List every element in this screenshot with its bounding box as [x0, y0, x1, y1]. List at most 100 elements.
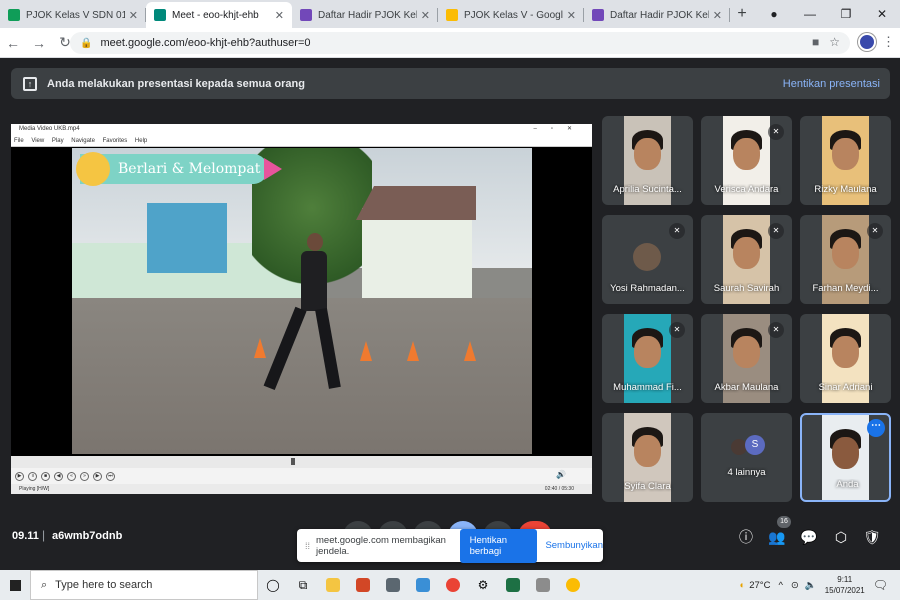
bookmark-star-icon[interactable]: ☆ — [829, 35, 840, 49]
participant-tile[interactable]: ✕ Saurah Savirah — [701, 215, 792, 304]
lock-icon[interactable]: 🔒 — [80, 38, 92, 49]
stop-sharing-button[interactable]: Hentikan berbagi — [459, 528, 538, 563]
stop-icon[interactable]: ■ — [41, 471, 50, 481]
arrow-decoration — [264, 158, 282, 180]
browser-tab[interactable]: Daftar Hadir PJOK Kelas V - G ✕ — [584, 2, 730, 28]
chrome-profile-icon[interactable] — [438, 570, 468, 600]
maximize-icon[interactable]: ❐ — [828, 7, 864, 21]
tray-volume-icon[interactable]: 🔈 — [805, 580, 817, 591]
mic-off-icon: ✕ — [768, 322, 784, 338]
browser-tab-strip: PJOK Kelas V SDN 013 Bukit K✕Meet - eoo-… — [0, 0, 900, 28]
participant-tile[interactable]: Aprilia Sucinta... — [602, 116, 693, 205]
hide-button[interactable]: Sembunyikan — [545, 540, 603, 551]
participant-tile[interactable]: ✕ Farhan Meydi... — [800, 215, 891, 304]
close-tab-icon[interactable]: ✕ — [567, 9, 576, 22]
presenting-banner: ↑ Anda melakukan presentasi kepada semua… — [11, 68, 890, 99]
profile-dropdown-icon[interactable]: ● — [756, 7, 792, 21]
self-tile[interactable]: ⋯ Anda — [800, 413, 891, 502]
back-icon[interactable]: ← — [0, 35, 26, 51]
url-bar[interactable]: 🔒 meet.google.com/eoo-khjt-ehb?authuser=… — [70, 32, 850, 54]
profile-avatar[interactable] — [858, 33, 876, 51]
participant-tile[interactable]: Sinar Adriani — [800, 314, 891, 403]
close-tab-icon[interactable]: ✕ — [713, 9, 722, 22]
stop-presenting-link[interactable]: Hentikan presentasi — [783, 78, 880, 90]
windows-start-icon[interactable] — [0, 570, 30, 600]
participant-name: Saurah Savirah — [713, 283, 780, 294]
browser-tab[interactable]: PJOK Kelas V SDN 013 Bukit K ✕ — [0, 2, 146, 28]
rewind-icon[interactable]: « — [67, 471, 76, 481]
file-explorer-icon[interactable] — [318, 570, 348, 600]
meeting-code: a6wmb7odnb — [52, 530, 123, 542]
browser-tab[interactable]: Daftar Hadir PJOK Kelas V ✕ — [292, 2, 438, 28]
browser-tab[interactable]: PJOK Kelas V - Google Drive ✕ — [438, 2, 584, 28]
drag-handle-icon[interactable]: ⁞⁞ — [305, 541, 310, 551]
weather-text[interactable]: 27°C — [749, 580, 770, 591]
video-blue-building — [147, 203, 227, 273]
volume-icon[interactable]: 🔊 — [556, 471, 566, 480]
settings-icon[interactable]: ⚙ — [468, 570, 498, 600]
close-window-icon[interactable]: ✕ — [864, 7, 900, 21]
sharing-notification: ⁞⁞ meet.google.com membagikan jendela. H… — [297, 528, 603, 563]
camera-icon[interactable]: ■ — [812, 35, 819, 49]
new-tab-button[interactable]: + — [730, 2, 754, 28]
browser-menu-icon[interactable]: ⋮ — [882, 34, 895, 50]
participant-tile[interactable]: ✕ Yosi Rahmadan... — [602, 215, 693, 304]
video-roof — [356, 186, 476, 220]
taskbar-search[interactable]: ⌕ Type here to search — [30, 570, 258, 600]
participant-tile[interactable]: Syifa Clara — [602, 413, 693, 502]
powerpoint-icon[interactable] — [348, 570, 378, 600]
participant-tile[interactable]: ✕ Verisca Andara — [701, 116, 792, 205]
minimize-icon[interactable]: — — [792, 7, 828, 21]
running-man — [263, 233, 341, 408]
tab-favicon-icon — [446, 9, 458, 21]
clock[interactable]: 9:11 15/07/2021 — [825, 574, 865, 596]
search-icon: ⌕ — [41, 578, 48, 591]
tile-options-icon[interactable]: ⋯ — [867, 419, 885, 437]
chrome-icon[interactable] — [558, 570, 588, 600]
media-player-taskbar-icon[interactable] — [528, 570, 558, 600]
close-tab-icon[interactable]: ✕ — [275, 9, 284, 22]
app-icon[interactable] — [408, 570, 438, 600]
excel-icon[interactable] — [498, 570, 528, 600]
media-player-menu[interactable]: File View Play Navigate Favorites Help — [11, 135, 592, 147]
frame-back-icon[interactable]: ◀ — [54, 471, 63, 481]
task-view-icon[interactable]: ⧉ — [288, 570, 318, 600]
forward-icon[interactable]: » — [80, 471, 89, 481]
participant-avatar-letter: S — [745, 435, 765, 455]
seek-bar[interactable] — [11, 456, 592, 468]
tray-network-icon[interactable]: ⊙ — [791, 580, 799, 591]
people-icon[interactable]: 👥 — [768, 528, 786, 546]
tab-title: PJOK Kelas V SDN 013 Bukit K — [26, 9, 125, 21]
info-icon[interactable]: ⓘ — [737, 528, 755, 546]
seek-knob[interactable] — [291, 458, 295, 465]
traffic-cone — [464, 341, 476, 361]
calculator-icon[interactable] — [378, 570, 408, 600]
chat-icon[interactable]: 💬 — [800, 528, 818, 546]
url-text: meet.google.com/eoo-khjt-ehb?authuser=0 — [100, 37, 311, 49]
close-tab-icon[interactable]: ✕ — [129, 9, 138, 22]
forward-icon[interactable]: → — [26, 35, 52, 51]
participant-tile[interactable]: ✕ Akbar Maulana — [701, 314, 792, 403]
participant-tile[interactable]: Rizky Maulana — [800, 116, 891, 205]
sharing-text: meet.google.com membagikan jendela. — [316, 534, 446, 557]
close-tab-icon[interactable]: ✕ — [421, 9, 430, 22]
cortana-icon[interactable]: ◯ — [258, 570, 288, 600]
browser-tab[interactable]: Meet - eoo-khjt-ehb ✕ — [146, 2, 292, 28]
play-icon[interactable]: ▶ — [15, 471, 24, 481]
media-status-bar: Playing [H/W] 02:40 / 05:30 — [11, 484, 592, 494]
activities-icon[interactable]: ⬡ — [832, 528, 850, 546]
host-controls-icon[interactable]: 🛡 — [863, 528, 881, 546]
participant-name: Sinar Adriani — [818, 382, 873, 393]
participant-tile[interactable]: ✕ Muhammad Fi... — [602, 314, 693, 403]
more-participants-tile[interactable]: S 4 lainnya — [701, 413, 792, 502]
traffic-cone — [407, 341, 419, 361]
more-participants-label: 4 lainnya — [727, 467, 766, 478]
tray-chevron-icon[interactable]: ^ — [778, 580, 782, 591]
self-name: Anda — [836, 479, 859, 490]
notifications-icon[interactable]: 🗨 — [873, 578, 888, 592]
frame-forward-icon[interactable]: ▶ — [93, 471, 102, 481]
participants-count-badge: 16 — [777, 516, 791, 528]
next-icon[interactable]: ⏭ — [106, 471, 115, 481]
weather-icon[interactable]: ◐ — [739, 580, 745, 591]
pause-icon[interactable]: ॥ — [28, 471, 37, 481]
